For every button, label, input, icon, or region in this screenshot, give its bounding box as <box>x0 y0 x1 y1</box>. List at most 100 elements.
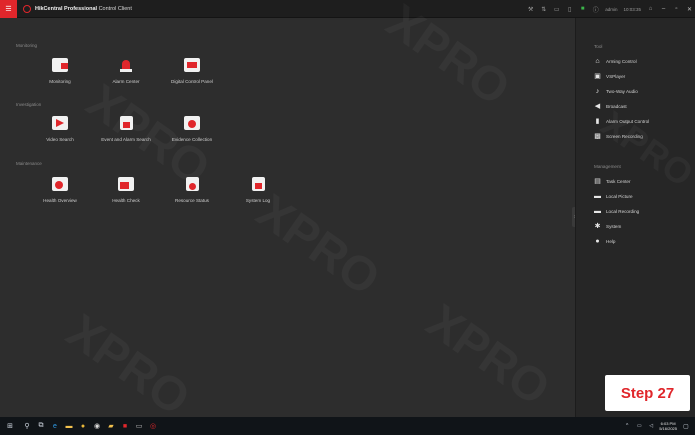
sort-icon[interactable]: ⇅ <box>540 6 547 13</box>
screen-recording-icon: ▩ <box>594 133 601 140</box>
tool-label: Broadcast <box>606 104 627 109</box>
tile-label: Monitoring <box>49 79 71 84</box>
app-title: HikCentral Professional Control Client <box>35 6 132 12</box>
tool-label: Two-Way Audio <box>606 89 638 94</box>
file-explorer-icon[interactable]: ▬ <box>62 417 76 435</box>
folder-app-icon[interactable]: ▰ <box>104 417 118 435</box>
alarm-center-icon <box>118 58 134 72</box>
tool-label: VSPlayer <box>606 74 626 79</box>
help-icon: ● <box>595 238 600 245</box>
minimize-button[interactable]: – <box>660 6 667 12</box>
step-badge: Step 27 <box>605 375 690 411</box>
mgmt-label: Task Center <box>606 179 631 184</box>
watermark: XPRO <box>417 294 560 417</box>
tile-health-check[interactable]: Health Check <box>96 177 156 203</box>
video-search-icon <box>52 116 68 130</box>
monitoring-icon <box>52 58 68 72</box>
tile-label: Evidence Collection <box>171 137 213 142</box>
tile-label: Health Check <box>112 198 140 203</box>
tile-alarm-center[interactable]: Alarm Center <box>96 58 156 84</box>
wrench-icon[interactable]: ⚒ <box>527 6 534 13</box>
tile-label: Health Overview <box>43 198 77 203</box>
taskbar-date: 5/16/2025 <box>659 426 677 431</box>
hikcentral-taskbar-icon[interactable]: ◎ <box>146 417 160 435</box>
chrome-icon[interactable]: ● <box>76 417 90 435</box>
edge-icon[interactable]: e <box>48 417 62 435</box>
folder-icon[interactable]: ▭ <box>553 6 560 13</box>
tile-video-search[interactable]: Video Search <box>30 116 90 142</box>
management-section-title: Management <box>594 164 621 169</box>
tool-alarm-output-control[interactable]: ▮ Alarm Output Control <box>594 118 650 125</box>
main-content: XPRO XPRO XPRO XPRO XPRO Monitoring Moni… <box>0 0 575 426</box>
mgmt-help[interactable]: ● Help <box>594 238 615 245</box>
event-alarm-search-icon <box>119 116 133 130</box>
app-icon[interactable]: ◉ <box>90 417 104 435</box>
mgmt-local-picture[interactable]: ▬ Local Picture <box>594 193 633 200</box>
tile-evidence-collection[interactable]: Evidence Collection <box>162 116 222 142</box>
user-name[interactable]: admin <box>605 7 617 12</box>
folder-icon: ▬ <box>594 193 601 200</box>
close-button[interactable]: ✕ <box>686 6 693 13</box>
tool-label: Screen Recording <box>606 134 643 139</box>
watermark: XPRO <box>377 0 520 117</box>
title-time: 10:03:35 <box>623 6 641 12</box>
title-bar: ☰ HikCentral Professional Control Client… <box>0 0 695 18</box>
windows-start-icon[interactable]: ⊞ <box>0 417 20 435</box>
tile-digital-control-panel[interactable]: Digital Control Panel <box>162 58 222 84</box>
tile-label: Event and Alarm Search <box>101 137 151 142</box>
mgmt-label: System <box>606 224 622 229</box>
mgmt-task-center[interactable]: ▤ Task Center <box>594 178 631 185</box>
tile-label: Alarm Center <box>112 79 140 84</box>
tool-broadcast[interactable]: ◀ Broadcast <box>594 103 627 110</box>
tile-health-overview[interactable]: Health Overview <box>30 177 90 203</box>
tool-two-way-audio[interactable]: ♪ Two-Way Audio <box>594 88 638 95</box>
status-green-icon[interactable]: ■ <box>579 6 586 12</box>
taskbar: ⊞ ⚲ ⧉ e ▬ ● ◉ ▰ ■ ▭ ◎ ^ ▭ ◁ 6:03 PM 5/16… <box>0 417 695 435</box>
app-logo-icon <box>23 4 31 13</box>
player-icon: ▣ <box>594 73 601 80</box>
red-app-icon[interactable]: ■ <box>118 417 132 435</box>
tile-label: Digital Control Panel <box>171 79 213 84</box>
app-title-bold: HikCentral Professional <box>35 5 98 12</box>
tile-system-log[interactable]: System Log <box>228 177 288 203</box>
notification-icon[interactable]: ▢ <box>681 417 691 435</box>
system-log-icon <box>251 177 265 191</box>
alarm-output-icon: ▮ <box>595 118 600 125</box>
section-title-monitoring: Monitoring <box>16 43 38 48</box>
broadcast-icon: ◀ <box>594 103 601 110</box>
tile-resource-status[interactable]: Resource Status <box>162 177 222 203</box>
tool-arming-control[interactable]: ⌂ Arming Control <box>594 58 637 65</box>
chevron-up-icon[interactable]: ^ <box>623 417 631 435</box>
folder-icon: ▬ <box>594 208 601 215</box>
tool-vsplayer[interactable]: ▣ VSPlayer <box>594 73 625 80</box>
volume-icon[interactable]: ◁ <box>647 417 655 435</box>
tile-label: System Log <box>245 198 271 203</box>
digital-control-panel-icon <box>184 58 200 72</box>
mgmt-label: Local Picture <box>606 194 633 199</box>
section-title-maintenance: Maintenance <box>16 161 42 166</box>
mgmt-system[interactable]: ✱ System <box>594 223 622 230</box>
tool-label: Arming Control <box>606 59 637 64</box>
app-title-rest: Control Client <box>97 5 132 12</box>
tool-label: Alarm Output Control <box>606 119 650 124</box>
maximize-button[interactable]: ▫ <box>673 6 680 12</box>
mgmt-local-recording[interactable]: ▬ Local Recording <box>594 208 639 215</box>
tool-section-title: Tool <box>594 44 603 49</box>
tile-event-alarm-search[interactable]: Event and Alarm Search <box>96 116 156 142</box>
task-view-icon[interactable]: ⧉ <box>34 417 48 435</box>
main-menu-button[interactable]: ☰ <box>0 0 17 18</box>
clipboard-icon[interactable]: ▯ <box>566 6 573 13</box>
microphone-icon: ♪ <box>595 88 600 95</box>
gear-icon: ✱ <box>594 223 601 230</box>
window-app-icon[interactable]: ▭ <box>132 417 146 435</box>
lock-icon[interactable]: ⌂ <box>647 6 654 12</box>
health-overview-icon <box>52 177 68 191</box>
tool-screen-recording[interactable]: ▩ Screen Recording <box>594 133 643 140</box>
help-circle-icon[interactable]: ⓘ <box>592 5 599 14</box>
search-icon[interactable]: ⚲ <box>20 417 34 435</box>
taskbar-clock[interactable]: 6:03 PM 5/16/2025 <box>659 421 677 431</box>
tile-monitoring[interactable]: Monitoring <box>30 58 90 84</box>
resource-status-icon <box>185 177 199 191</box>
network-icon[interactable]: ▭ <box>635 417 643 435</box>
menu-icon: ☰ <box>5 5 12 13</box>
